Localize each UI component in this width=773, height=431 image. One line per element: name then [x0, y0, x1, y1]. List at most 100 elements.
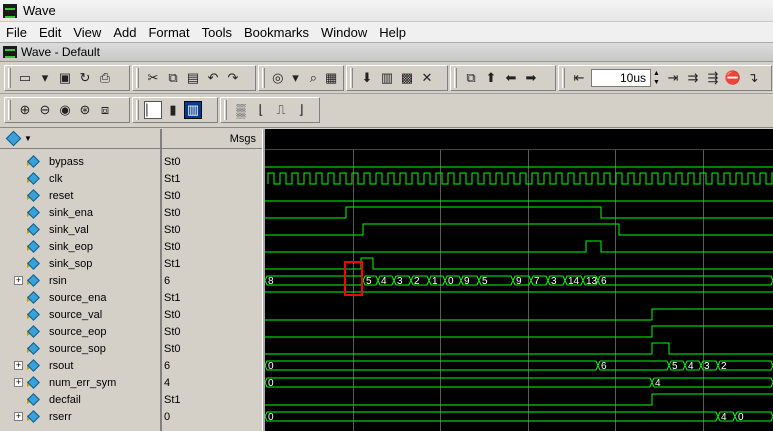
wave-sink-eop: [265, 240, 773, 253]
signal-row-sink_ena[interactable]: sink_ena: [0, 204, 160, 221]
toolbar-grip[interactable]: [454, 68, 457, 88]
expand-spacer: [14, 174, 23, 183]
restart-icon[interactable]: ⇤: [570, 69, 588, 87]
find-icon[interactable]: ⌕: [305, 69, 321, 87]
run-length-field[interactable]: 10us: [591, 69, 651, 87]
waveform-pane[interactable]: 8 5 4 3 2 1 0 9 5 9 7 3 14 13 6 0 6 5 4 3 2 0 4 0 4 0: [264, 129, 773, 431]
pulse-icon[interactable]: ⎍: [272, 101, 290, 119]
break-simulation-icon[interactable]: ✕: [418, 69, 436, 87]
cut-icon[interactable]: ✂: [144, 69, 162, 87]
menu-add[interactable]: Add: [107, 25, 142, 40]
signal-row-decfail[interactable]: decfail: [0, 391, 160, 408]
menu-help[interactable]: Help: [373, 25, 412, 40]
signal-row-source_sop[interactable]: source_sop: [0, 340, 160, 357]
expand-icon[interactable]: +: [14, 378, 23, 387]
zoom-mode-icon[interactable]: ▮: [164, 101, 182, 119]
signal-value: St0: [164, 189, 181, 202]
toolbar-grip[interactable]: [350, 68, 353, 88]
signal-row-rsin[interactable]: + rsin: [0, 272, 160, 289]
save-icon[interactable]: ▣: [56, 69, 74, 87]
zoom-in-icon[interactable]: ⊕: [16, 101, 34, 119]
run-all-icon[interactable]: ⇶: [704, 69, 722, 87]
waveform-canvas[interactable]: 8 5 4 3 2 1 0 9 5 9 7 3 14 13 60 6 5 4 3 20 40 4 0: [264, 129, 773, 431]
toolbar-grip[interactable]: [224, 100, 227, 120]
zoom-area-icon[interactable]: ⧈: [96, 101, 114, 119]
signal-row-source_ena[interactable]: source_ena: [0, 289, 160, 306]
toolbar-grip[interactable]: [136, 68, 139, 88]
signal-icon: [27, 188, 41, 203]
new-file-icon[interactable]: ▭: [16, 69, 34, 87]
signal-row-bypass[interactable]: bypass: [0, 153, 160, 170]
menu-bookmarks[interactable]: Bookmarks: [238, 25, 315, 40]
step-icon[interactable]: ↴: [744, 69, 762, 87]
signal-row-sink_eop[interactable]: sink_eop: [0, 238, 160, 255]
expand-spacer: [14, 310, 23, 319]
zoom-out-icon[interactable]: ⊖: [36, 101, 54, 119]
paste-icon[interactable]: ▤: [184, 69, 202, 87]
open-folder-icon[interactable]: ▾: [36, 69, 54, 87]
signal-row-source_val[interactable]: source_val: [0, 306, 160, 323]
dropdown-arrow-icon[interactable]: ▾: [288, 69, 304, 87]
wave-rserr-label: 0: [268, 412, 274, 423]
menu-format[interactable]: Format: [142, 25, 195, 40]
signal-value: St0: [164, 240, 181, 253]
rising-edge-icon[interactable]: ⌋: [292, 101, 310, 119]
signal-row-clk[interactable]: clk: [0, 170, 160, 187]
simulate-icon[interactable]: ▩: [398, 69, 416, 87]
signal-row-num_err_sym[interactable]: + num_err_sym: [0, 374, 160, 391]
redo-icon[interactable]: ↷: [224, 69, 242, 87]
menu-window[interactable]: Window: [315, 25, 373, 40]
signal-name: rsin: [49, 274, 67, 287]
run-length-spinner[interactable]: ▲ ▼: [653, 69, 663, 87]
signal-row-sink_val[interactable]: sink_val: [0, 221, 160, 238]
toolbar-grip[interactable]: [562, 68, 565, 88]
print-icon[interactable]: ⎙: [96, 69, 114, 87]
zoom-cursor-icon[interactable]: ⊛: [76, 101, 94, 119]
wave-rsin-label: 3: [397, 276, 403, 287]
signal-name-pane: ▼ bypass clk reset sink_ena sink_val sink_eop…: [0, 129, 160, 431]
compile-icon[interactable]: ⬇: [358, 69, 376, 87]
expand-icon[interactable]: +: [14, 276, 23, 285]
compile-all-icon[interactable]: ▥: [378, 69, 396, 87]
signal-icon: [27, 409, 41, 424]
zoom-full-icon[interactable]: ◉: [56, 101, 74, 119]
signal-row-rserr[interactable]: + rserr: [0, 408, 160, 425]
menu-tools[interactable]: Tools: [196, 25, 238, 40]
left-arrow-icon[interactable]: ⬅: [502, 69, 520, 87]
expand-icon[interactable]: +: [14, 412, 23, 421]
insert-wave-icon[interactable]: ⧉: [462, 69, 480, 87]
continue-run-icon[interactable]: ⇉: [684, 69, 702, 87]
signal-value: St0: [164, 223, 181, 236]
right-arrow-icon[interactable]: ➡: [522, 69, 540, 87]
undo-icon[interactable]: ↶: [204, 69, 222, 87]
menu-view[interactable]: View: [67, 25, 107, 40]
signal-row-source_eop[interactable]: source_eop: [0, 323, 160, 340]
signal-menu-button[interactable]: ▼: [5, 130, 32, 147]
find-in-file-icon[interactable]: ▦: [323, 69, 339, 87]
edit-mode-icon[interactable]: ▥: [184, 101, 202, 119]
reload-icon[interactable]: ↻: [76, 69, 94, 87]
wave-pattern-icon[interactable]: ▒: [232, 101, 250, 119]
stop-icon[interactable]: ⛔: [724, 69, 742, 87]
signal-row-rsout[interactable]: + rsout: [0, 357, 160, 374]
signal-name: rsout: [49, 359, 74, 372]
signal-row-sink_sop[interactable]: sink_sop: [0, 255, 160, 272]
select-mode-icon[interactable]: ⎸: [144, 101, 162, 119]
toolbar-grip[interactable]: [8, 100, 11, 120]
expand-icon[interactable]: +: [14, 361, 23, 370]
falling-edge-icon[interactable]: ⌊: [252, 101, 270, 119]
toolbar-grip[interactable]: [8, 68, 11, 88]
copy-icon[interactable]: ⧉: [164, 69, 182, 87]
wave-num-err-sym-segment: [264, 377, 653, 388]
wave-rsin-label: 14: [568, 276, 580, 287]
up-arrow-icon[interactable]: ⬆: [482, 69, 500, 87]
signal-value-pane: Msgs St0 St1 St0 St0 St0 St0 St1 6 St1 St0 St0 St0 6…: [162, 129, 262, 431]
toolbar-grip[interactable]: [262, 68, 265, 88]
signal-row-reset[interactable]: reset: [0, 187, 160, 204]
menu-file[interactable]: File: [0, 25, 33, 40]
toolbar-grip[interactable]: [136, 100, 139, 120]
menu-edit[interactable]: Edit: [33, 25, 67, 40]
wave-rsout-segment: [264, 360, 599, 371]
break-icon[interactable]: ◎: [270, 69, 286, 87]
run-icon[interactable]: ⇥: [664, 69, 682, 87]
